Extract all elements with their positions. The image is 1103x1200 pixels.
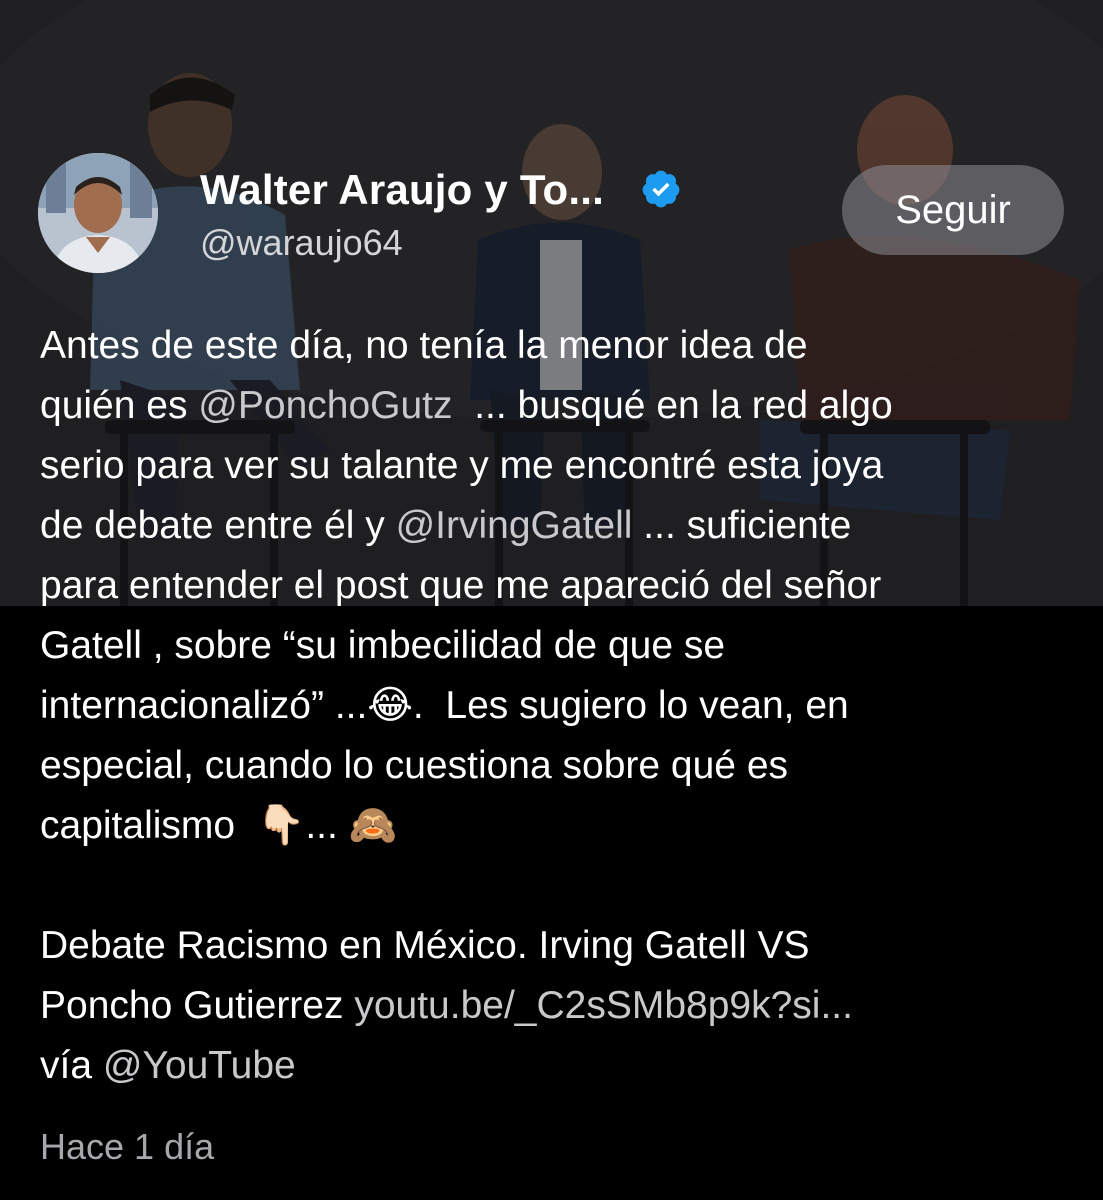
tweet-text-segment: ... bbox=[305, 804, 349, 847]
laughing-tears-emoji-icon: 😂 bbox=[367, 683, 413, 728]
pointing-down-emoji-icon: 👇🏻 bbox=[256, 803, 306, 848]
verified-badge-icon bbox=[642, 170, 680, 208]
tweet-timestamp: Hace 1 día bbox=[40, 1126, 215, 1167]
mention-irvinggatell[interactable]: @IrvingGatell bbox=[396, 504, 633, 547]
follow-button[interactable]: Seguir bbox=[842, 165, 1064, 255]
mention-ponchogutz[interactable]: @PonchoGutz bbox=[198, 384, 452, 427]
author-handle[interactable]: @waraujo64 bbox=[200, 222, 403, 264]
mention-youtube[interactable]: @YouTube bbox=[103, 1044, 296, 1087]
author-display-name[interactable]: Walter Araujo y To... bbox=[200, 166, 604, 214]
author-avatar[interactable] bbox=[38, 153, 158, 273]
see-no-evil-monkey-emoji-icon: 🙈 bbox=[348, 803, 398, 848]
youtube-link[interactable]: youtu.be/_C2sSMb8p9k?si... bbox=[354, 984, 853, 1027]
tweet-text-segment: vía bbox=[40, 1044, 93, 1087]
tweet-screenshot: Walter Araujo y To... @waraujo64 Seguir … bbox=[0, 0, 1103, 1200]
tweet-body: Antes de este día, no tenía la menor ide… bbox=[40, 316, 1070, 1096]
